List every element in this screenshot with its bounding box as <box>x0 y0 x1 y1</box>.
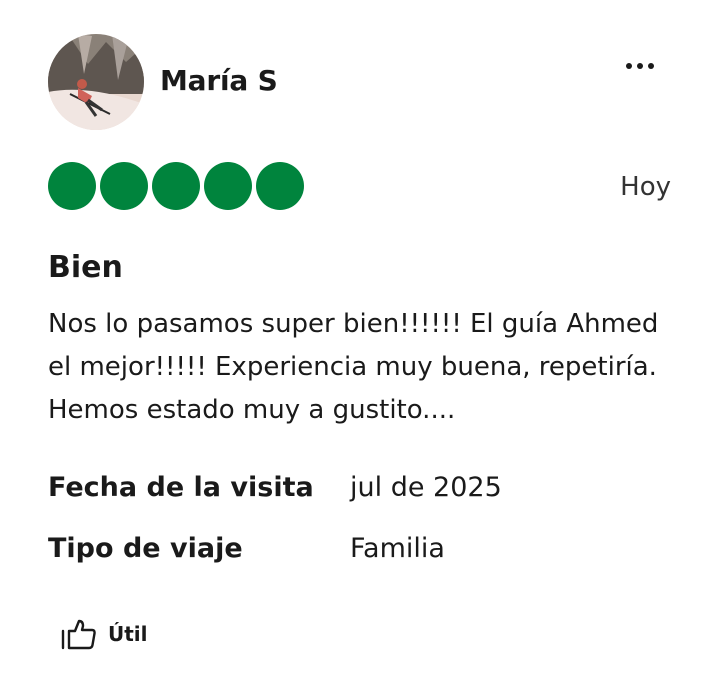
more-options-icon <box>637 63 643 69</box>
rating-bubble-filled <box>100 162 148 210</box>
reviewer-avatar[interactable] <box>48 34 144 130</box>
helpful-label: Útil <box>108 622 148 646</box>
trip-type-label: Tipo de viaje <box>48 533 243 564</box>
rating-bubble-filled <box>256 162 304 210</box>
user-avatar-photo-icon <box>48 34 144 130</box>
visit-date-label: Fecha de la visita <box>48 472 314 503</box>
review-date: Hoy <box>620 172 671 202</box>
rating-bubbles <box>48 162 304 210</box>
helpful-button[interactable]: Útil <box>60 614 148 654</box>
review-title: Bien <box>48 250 123 285</box>
trip-type-value: Familia <box>350 533 445 564</box>
rating-bubble-filled <box>48 162 96 210</box>
more-options-button[interactable] <box>616 52 664 80</box>
more-options-icon <box>626 63 632 69</box>
rating-bubble-filled <box>204 162 252 210</box>
review-body: Nos lo pasamos super bien!!!!!! El guía … <box>48 309 659 425</box>
reviewer-name[interactable]: María S <box>160 64 278 97</box>
rating-bubble-filled <box>152 162 200 210</box>
more-options-icon <box>648 63 654 69</box>
thumbs-up-icon <box>61 619 96 650</box>
visit-date-value: jul de 2025 <box>350 472 502 503</box>
